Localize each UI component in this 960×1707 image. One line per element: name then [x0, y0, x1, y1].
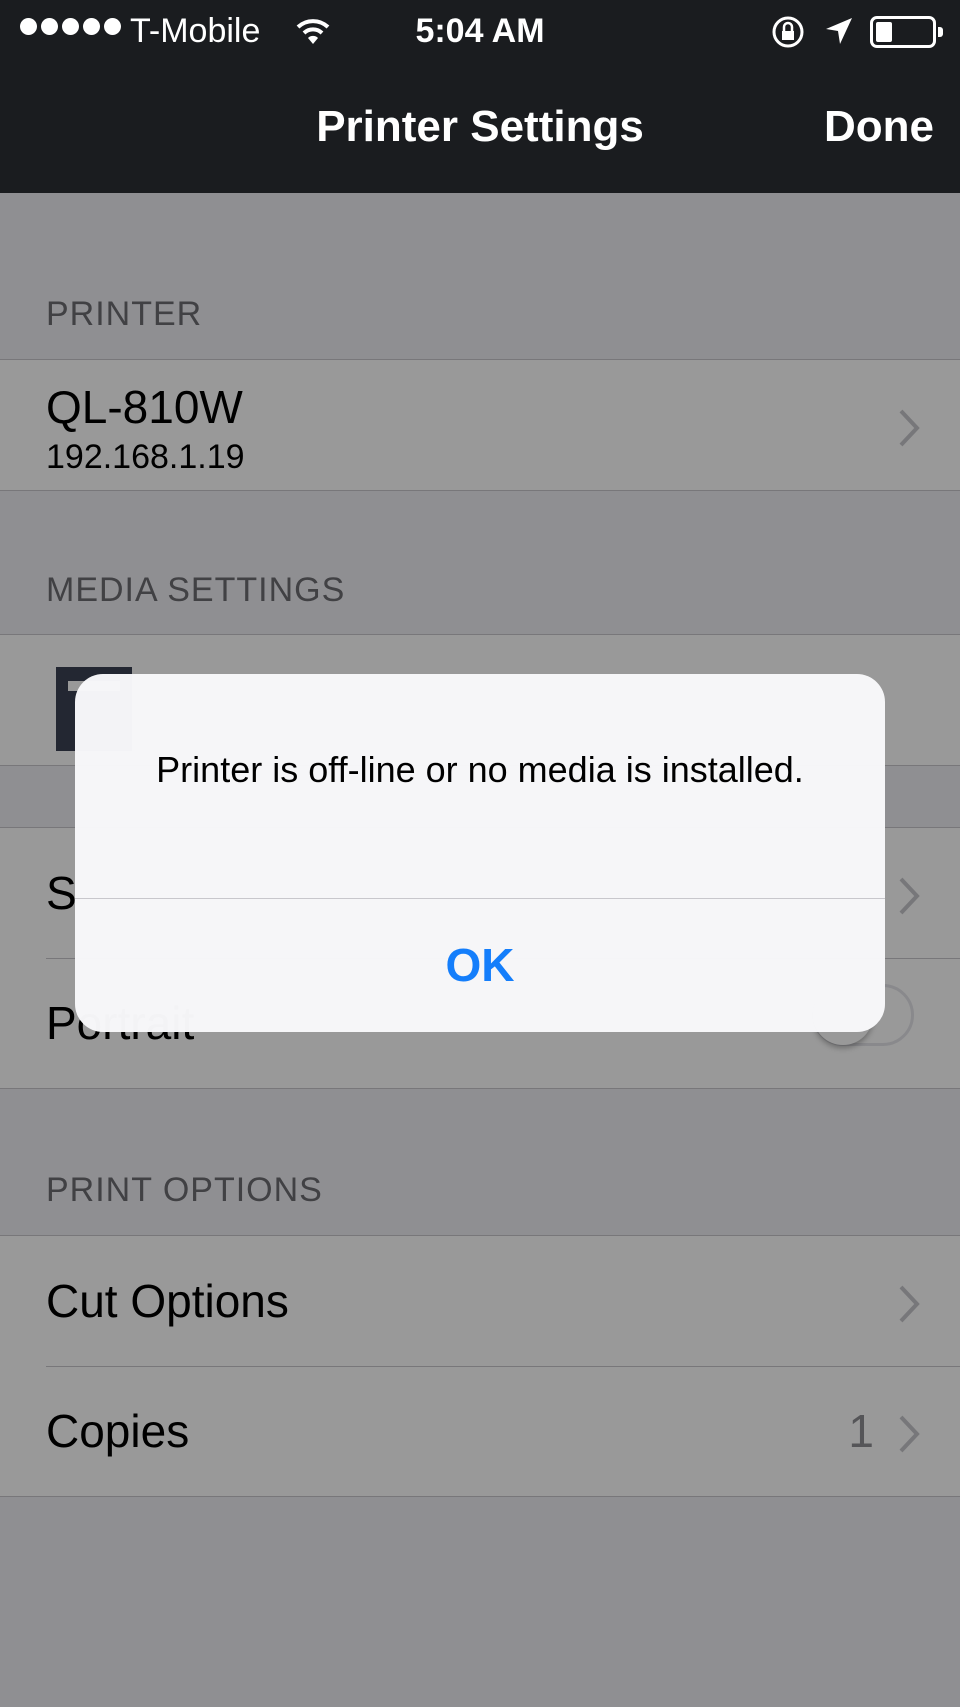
- battery-icon: [870, 16, 943, 48]
- status-bar: T-Mobile 5:04 AM: [0, 0, 960, 64]
- done-button[interactable]: Done: [824, 102, 934, 152]
- location-arrow-icon: [824, 16, 854, 55]
- rotation-lock-icon: [770, 14, 806, 59]
- ok-button[interactable]: OK: [75, 898, 885, 1032]
- page-title: Printer Settings: [316, 102, 644, 151]
- navigation-bar: Printer Settings Done: [0, 64, 960, 193]
- alert-dialog: Printer is off-line or no media is insta…: [75, 674, 885, 1032]
- alert-message: Printer is off-line or no media is insta…: [156, 749, 804, 790]
- status-time: 5:04 AM: [415, 12, 545, 50]
